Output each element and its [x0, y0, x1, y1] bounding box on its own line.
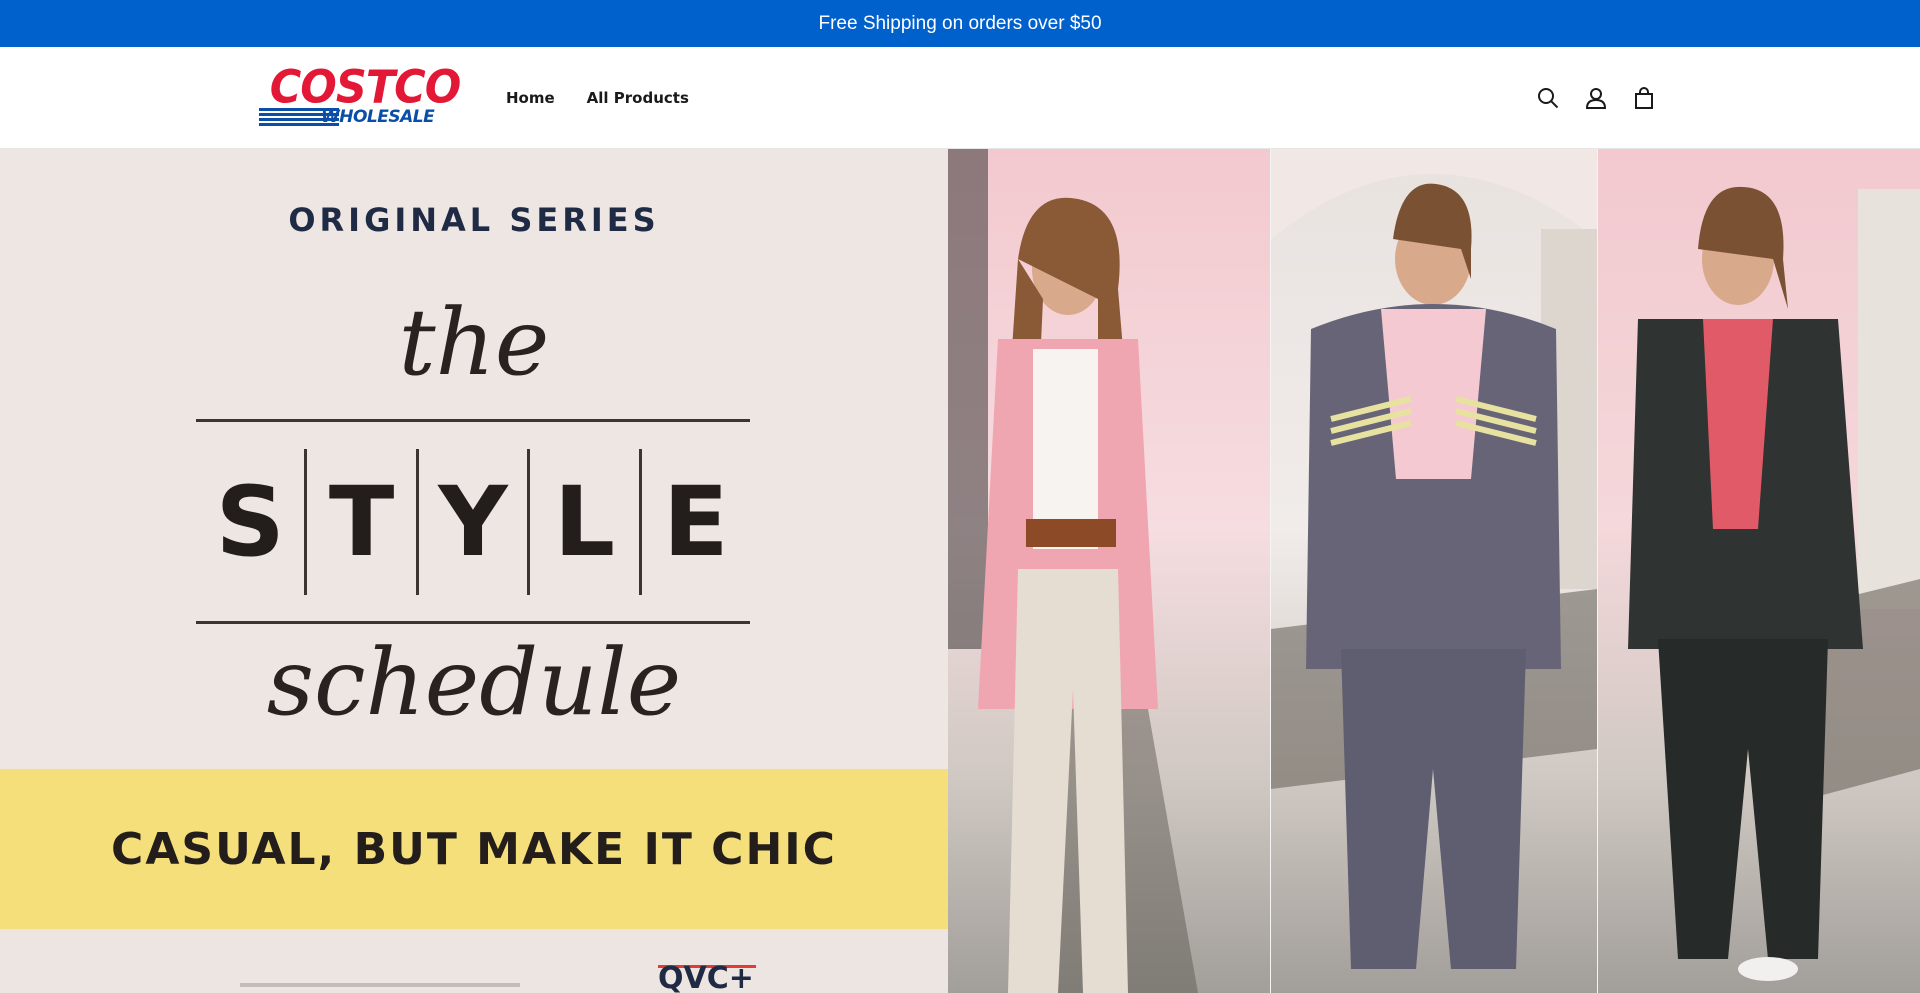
- header-icons: [1536, 47, 1656, 149]
- style-letter: E: [663, 466, 729, 578]
- logo-sub: WHOLESALE: [321, 107, 435, 127]
- tagline: CASUAL, BUT MAKE IT CHIC: [111, 823, 837, 875]
- site-header: COSTCO WHOLESALE Home All Products: [0, 47, 1920, 149]
- nav-home[interactable]: Home: [506, 89, 555, 107]
- account-icon[interactable]: [1584, 86, 1608, 110]
- bottom-rule: [196, 621, 750, 624]
- main-nav: Home All Products: [506, 47, 689, 149]
- cart-icon[interactable]: [1632, 86, 1656, 110]
- style-letter: S: [215, 466, 285, 578]
- hero-photo-panels: [948, 149, 1920, 993]
- tagline-band: CASUAL, BUT MAKE IT CHIC: [0, 769, 948, 929]
- model-photo-striped-shirt: [948, 149, 1270, 993]
- cropped-text-line: [240, 983, 520, 987]
- qvc-logo: QVC+: [658, 961, 754, 993]
- style-letters: S T Y L E: [196, 449, 750, 595]
- model-photo-black-jacket: [1598, 149, 1920, 993]
- top-rule: [196, 419, 750, 422]
- style-letter: T: [328, 466, 395, 578]
- series-label: ORIGINAL SERIES: [288, 201, 660, 239]
- style-letter: L: [553, 466, 615, 578]
- announcement-bar: Free Shipping on orders over $50: [0, 0, 1920, 47]
- hero-banner[interactable]: ORIGINAL SERIES the S T Y L E schedule C…: [0, 149, 1920, 993]
- schedule-word: schedule: [266, 629, 682, 736]
- search-icon[interactable]: [1536, 86, 1560, 110]
- announcement-text: Free Shipping on orders over $50: [818, 12, 1102, 34]
- costco-logo[interactable]: COSTCO WHOLESALE: [259, 62, 471, 129]
- the-word: the: [398, 289, 550, 396]
- nav-all-products[interactable]: All Products: [587, 89, 689, 107]
- model-photo-hoodie: [1271, 149, 1597, 993]
- hero-text-panel: ORIGINAL SERIES the S T Y L E schedule C…: [0, 149, 948, 993]
- style-letter: Y: [438, 466, 508, 578]
